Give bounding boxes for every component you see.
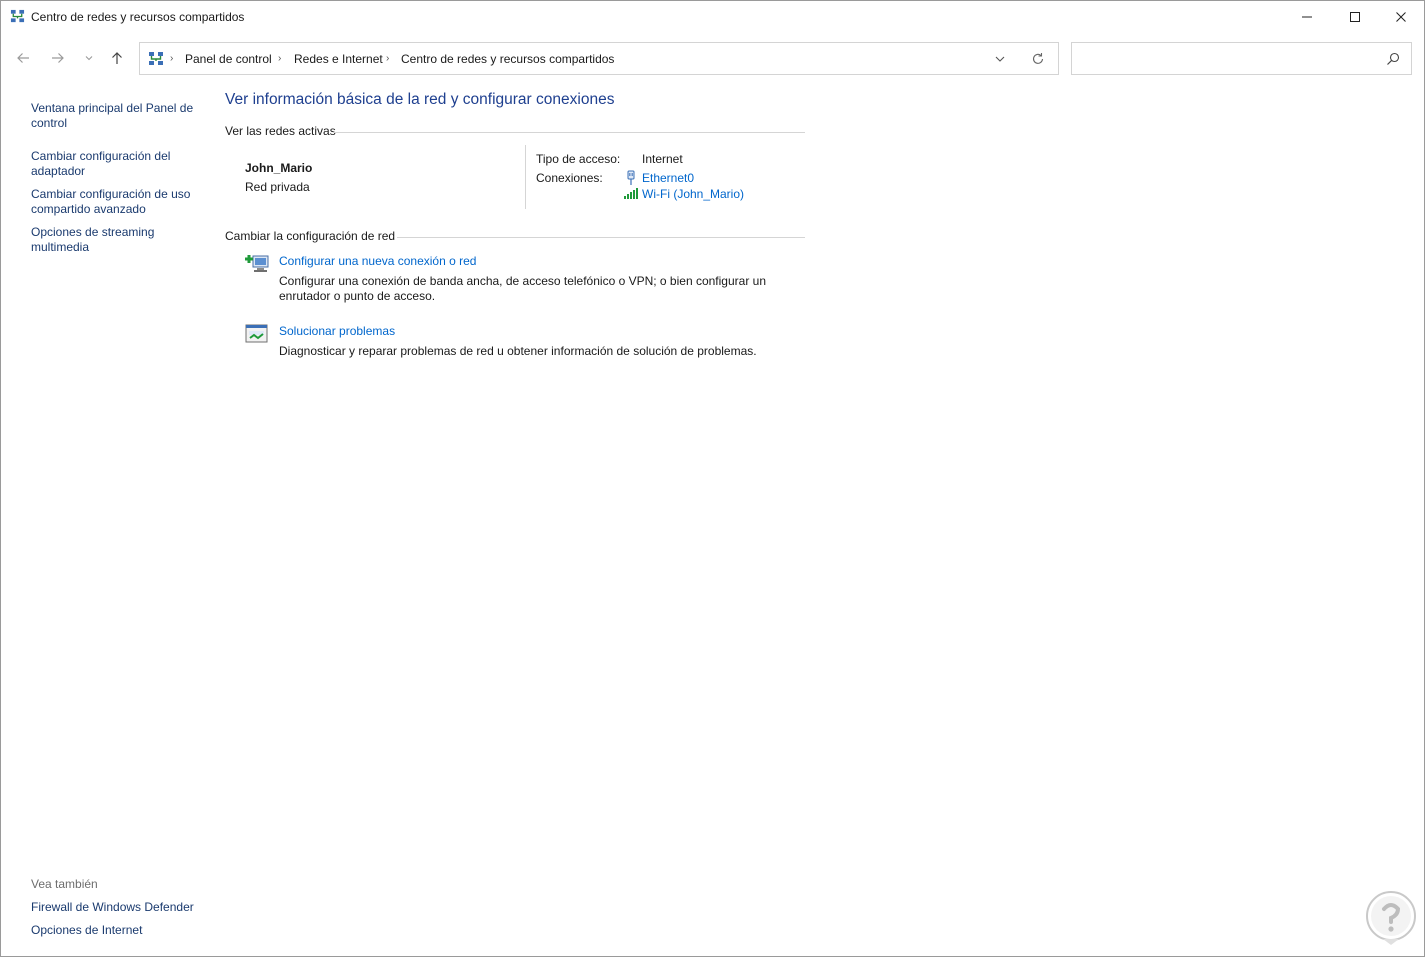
recent-locations-button[interactable] bbox=[77, 46, 101, 70]
close-button[interactable] bbox=[1378, 1, 1424, 33]
access-type-value: Internet bbox=[642, 152, 683, 166]
title-bar: Centro de redes y recursos compartidos bbox=[1, 1, 1424, 33]
arrow-left-icon bbox=[17, 53, 29, 63]
chevron-down-icon bbox=[85, 56, 93, 61]
control-panel-network-icon bbox=[149, 52, 163, 65]
close-icon bbox=[1396, 12, 1406, 22]
refresh-icon[interactable] bbox=[1030, 51, 1046, 67]
breadcrumb-redes-e-internet[interactable]: Redes e Internet bbox=[294, 52, 383, 66]
address-bar[interactable]: › Panel de control › Redes e Internet › … bbox=[139, 42, 1059, 75]
active-networks-header: Ver las redes activas bbox=[225, 124, 336, 138]
back-button[interactable] bbox=[11, 46, 35, 70]
new-connection-icon bbox=[245, 255, 269, 272]
link-media-streaming-options[interactable]: Opciones de streaming multimedia bbox=[31, 225, 203, 255]
search-box[interactable] bbox=[1071, 42, 1412, 75]
network-icon bbox=[10, 9, 25, 23]
search-icon[interactable] bbox=[1385, 51, 1401, 67]
breadcrumb-separator-icon[interactable]: › bbox=[278, 53, 281, 64]
access-type-label: Tipo de acceso: bbox=[536, 152, 621, 166]
section-divider bbox=[333, 132, 805, 133]
connection-wifi-link[interactable]: Wi-Fi (John_Mario) bbox=[642, 187, 744, 201]
network-sharing-center-window: Centro de redes y recursos compartidos ›… bbox=[0, 0, 1425, 957]
troubleshoot-link[interactable]: Solucionar problemas bbox=[279, 324, 395, 338]
breadcrumb-separator-icon[interactable]: › bbox=[386, 53, 389, 64]
arrow-up-icon bbox=[112, 52, 122, 64]
network-name: John_Mario bbox=[245, 161, 313, 175]
link-control-panel-home[interactable]: Ventana principal del Panel de control bbox=[31, 101, 203, 131]
network-category-link[interactable]: Red privada bbox=[245, 180, 310, 194]
left-task-pane: Ventana principal del Panel de control C… bbox=[1, 85, 211, 957]
minimize-button[interactable] bbox=[1284, 1, 1330, 33]
up-button[interactable] bbox=[105, 46, 129, 70]
ethernet-icon bbox=[627, 170, 635, 185]
forward-button[interactable] bbox=[46, 46, 70, 70]
troubleshoot-icon bbox=[245, 324, 268, 343]
window-title: Centro de redes y recursos compartidos bbox=[31, 10, 245, 24]
arrow-right-icon bbox=[52, 53, 64, 63]
link-advanced-sharing-settings[interactable]: Cambiar configuración de uso compartido … bbox=[31, 187, 203, 217]
page-title: Ver información básica de la red y confi… bbox=[225, 91, 615, 108]
connection-ethernet-link[interactable]: Ethernet0 bbox=[642, 171, 694, 185]
wifi-signal-icon bbox=[624, 188, 638, 199]
breadcrumb-current[interactable]: Centro de redes y recursos compartidos bbox=[401, 52, 614, 66]
breadcrumb-separator-icon[interactable]: › bbox=[170, 53, 173, 64]
navigation-bar: › Panel de control › Redes e Internet › … bbox=[1, 33, 1424, 85]
setup-new-connection-link[interactable]: Configurar una nueva conexión o red bbox=[279, 254, 476, 268]
change-settings-header: Cambiar la configuración de red bbox=[225, 229, 396, 243]
link-windows-defender-firewall[interactable]: Firewall de Windows Defender bbox=[31, 900, 203, 915]
troubleshoot-description: Diagnosticar y reparar problemas de red … bbox=[279, 344, 757, 358]
setup-new-connection-description: Configurar una conexión de banda ancha, … bbox=[279, 274, 766, 303]
network-info-divider bbox=[525, 145, 526, 209]
maximize-icon bbox=[1350, 12, 1360, 22]
connections-label: Conexiones: bbox=[536, 171, 603, 185]
section-divider bbox=[397, 237, 805, 238]
watermark-logo bbox=[1366, 891, 1416, 945]
minimize-icon bbox=[1302, 16, 1312, 18]
link-internet-options[interactable]: Opciones de Internet bbox=[31, 923, 203, 938]
link-change-adapter-settings[interactable]: Cambiar configuración del adaptador bbox=[31, 149, 203, 179]
breadcrumb-panel-de-control[interactable]: Panel de control bbox=[185, 52, 272, 66]
maximize-button[interactable] bbox=[1332, 1, 1378, 33]
see-also-label: Vea también bbox=[31, 877, 98, 891]
search-input[interactable] bbox=[1080, 50, 1380, 68]
chevron-down-icon[interactable] bbox=[992, 51, 1008, 67]
